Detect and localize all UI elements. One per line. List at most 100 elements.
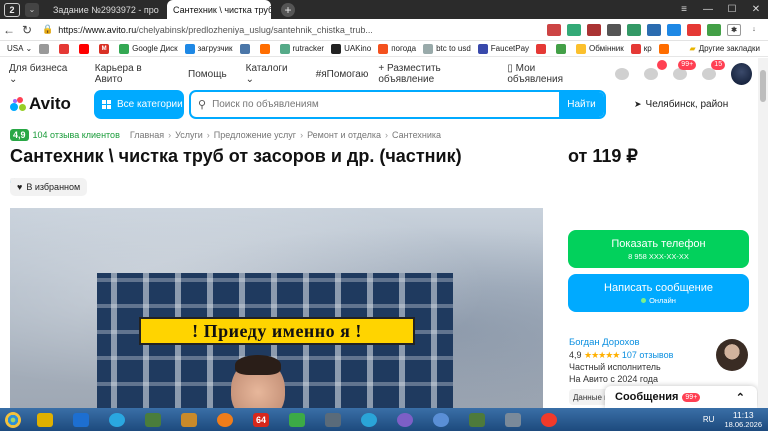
taskbar-app[interactable] <box>28 409 62 431</box>
menu-icon[interactable]: ≡ <box>672 4 696 15</box>
taskbar-app[interactable] <box>532 409 566 431</box>
nav-business[interactable]: Для бизнеса ⌄ <box>9 63 76 85</box>
cart-button[interactable]: 15 <box>698 60 726 83</box>
bookmark-item[interactable] <box>658 43 672 54</box>
extension-icon[interactable] <box>667 23 681 36</box>
listing-photo[interactable]: ! Приеду именно я ! <box>97 273 453 408</box>
app-icon <box>469 412 485 427</box>
city-selector[interactable]: ➤ Челябинск, район <box>634 99 728 110</box>
app-64-icon: 64 <box>253 412 269 427</box>
seller-avatar[interactable] <box>716 339 748 371</box>
extension-icon[interactable] <box>567 23 581 36</box>
reviews-link[interactable]: 104 отзыва клиентов <box>33 130 120 140</box>
bookmark-item[interactable] <box>259 43 273 54</box>
extension-icon[interactable] <box>547 23 561 36</box>
bookmark-item[interactable] <box>556 43 569 54</box>
bookmark-item[interactable] <box>39 43 52 54</box>
search-button[interactable]: Найти <box>559 91 604 117</box>
seller-data-chip[interactable]: Данные п <box>569 389 609 405</box>
search-input[interactable] <box>212 98 559 110</box>
taskbar-app[interactable] <box>388 409 422 431</box>
extension-icon[interactable] <box>687 23 701 36</box>
extension-icon[interactable] <box>587 23 601 36</box>
user-avatar[interactable] <box>731 63 753 85</box>
post-ad-link[interactable]: + Разместить объявление <box>378 63 493 85</box>
minimize-icon[interactable]: — <box>696 4 720 15</box>
tab-counter[interactable]: 2 <box>4 2 20 17</box>
taskbar-app[interactable] <box>208 409 242 431</box>
bookmark-weather[interactable]: погода <box>378 43 416 54</box>
taskbar-app[interactable] <box>424 409 458 431</box>
all-categories-button[interactable]: Все категории <box>94 89 184 119</box>
messages-panel[interactable]: Сообщения 99+ ⌃ <box>605 386 757 408</box>
page-scrollbar[interactable] <box>758 58 768 408</box>
other-bookmarks[interactable]: ▰ Другие закладки <box>690 44 760 53</box>
breadcrumb-item[interactable]: Предложение услуг <box>214 130 296 140</box>
extension-icon[interactable] <box>607 23 621 36</box>
reload-icon[interactable]: ↻ <box>18 23 36 37</box>
extension-icon[interactable] <box>647 23 661 36</box>
chevron-up-icon[interactable]: ⌃ <box>736 391 745 404</box>
maximize-icon[interactable]: ☐ <box>720 4 744 15</box>
tab-task[interactable]: $P Задание №2993972 - про <box>10 0 167 188</box>
notifications-button[interactable] <box>640 60 668 83</box>
clock[interactable]: 11:13 18.06.2026 <box>724 410 762 429</box>
taskbar-app[interactable] <box>100 409 134 431</box>
taskbar-app[interactable] <box>280 409 314 431</box>
bookmark-item[interactable]: M <box>99 43 112 54</box>
tab-list-icon[interactable]: ⌄ <box>25 2 39 17</box>
nav-catalogs[interactable]: Каталоги ⌄ <box>246 63 297 85</box>
taskbar-app[interactable] <box>460 409 494 431</box>
bookmark-item[interactable] <box>239 43 253 54</box>
bookmark-rutracker[interactable]: rutracker <box>279 43 324 54</box>
bookmark-faucetpay[interactable]: FaucetPay <box>477 43 529 54</box>
breadcrumb-item[interactable]: Ремонт и отделка <box>307 130 381 140</box>
back-icon[interactable]: ← <box>0 23 18 37</box>
bookmark-usa[interactable]: USA ⌄ <box>7 44 32 53</box>
bookmark-item[interactable] <box>59 43 72 54</box>
language-indicator[interactable]: RU <box>703 415 715 424</box>
taskbar-app[interactable] <box>316 409 350 431</box>
bookmark-google-drive[interactable]: Google Диск <box>119 43 178 54</box>
seller-name[interactable]: Богдан Дорохов <box>569 337 673 349</box>
nav-career[interactable]: Карьера в Авито <box>95 63 169 85</box>
extension-icon[interactable] <box>707 23 721 36</box>
taskbar-app[interactable] <box>352 409 386 431</box>
extension-icon[interactable] <box>627 23 641 36</box>
tab-avito[interactable]: A Сантехник \ чистка труб ✕ <box>10 0 271 188</box>
favorite-button[interactable]: ♥ В избранном <box>10 178 88 196</box>
download-icon[interactable]: ↓ <box>747 23 761 36</box>
avito-logo[interactable]: Avito <box>10 94 90 114</box>
show-phone-button[interactable]: Показать телефон 8 958 XXX-XX-XX <box>568 230 749 268</box>
taskbar-app[interactable] <box>64 409 98 431</box>
bookmark-uakino[interactable]: UAKino <box>331 43 371 54</box>
favorites-button[interactable] <box>611 65 632 83</box>
write-message-button[interactable]: Написать сообщение Онлайн <box>568 274 749 312</box>
messages-button[interactable]: 99+ <box>669 60 697 83</box>
seller-type: Частный исполнитель <box>569 362 661 372</box>
puzzle-icon[interactable]: ✱ <box>727 23 741 36</box>
breadcrumb-item[interactable]: Главная <box>130 130 164 140</box>
nav-i-help[interactable]: #яПомогаю <box>316 69 369 80</box>
bookmark-btc[interactable]: btc to usd <box>423 43 471 54</box>
seller-reviews-link[interactable]: 107 отзывов <box>622 350 674 360</box>
bookmark-item[interactable] <box>79 43 92 54</box>
bookmark-maps[interactable]: кр <box>630 43 652 54</box>
bookmark-loader[interactable]: загрузчик <box>184 43 233 54</box>
url-field[interactable]: 🔒 https://www.avito.ru /chelyabinsk/pred… <box>42 22 372 38</box>
bookmark-item[interactable] <box>536 43 549 54</box>
taskbar-app[interactable]: 64 <box>244 409 278 431</box>
photo-gallery[interactable]: ! Приеду именно я ! <box>10 208 543 408</box>
taskbar-app[interactable] <box>496 409 530 431</box>
scrollbar-thumb[interactable] <box>760 70 766 102</box>
breadcrumb-item[interactable]: Услуги <box>175 130 203 140</box>
new-tab-button[interactable]: + <box>281 2 295 17</box>
nav-help[interactable]: Помощь <box>188 69 227 80</box>
my-ads-link[interactable]: ▯ Мои объявления <box>507 63 589 85</box>
taskbar-app[interactable] <box>172 409 206 431</box>
taskbar-app[interactable] <box>136 409 170 431</box>
start-button[interactable] <box>0 409 26 431</box>
bookmark-exchanger[interactable]: Обмінник <box>576 43 624 54</box>
close-window-icon[interactable]: ✕ <box>744 4 768 15</box>
breadcrumb-item[interactable]: Сантехника <box>392 130 441 140</box>
